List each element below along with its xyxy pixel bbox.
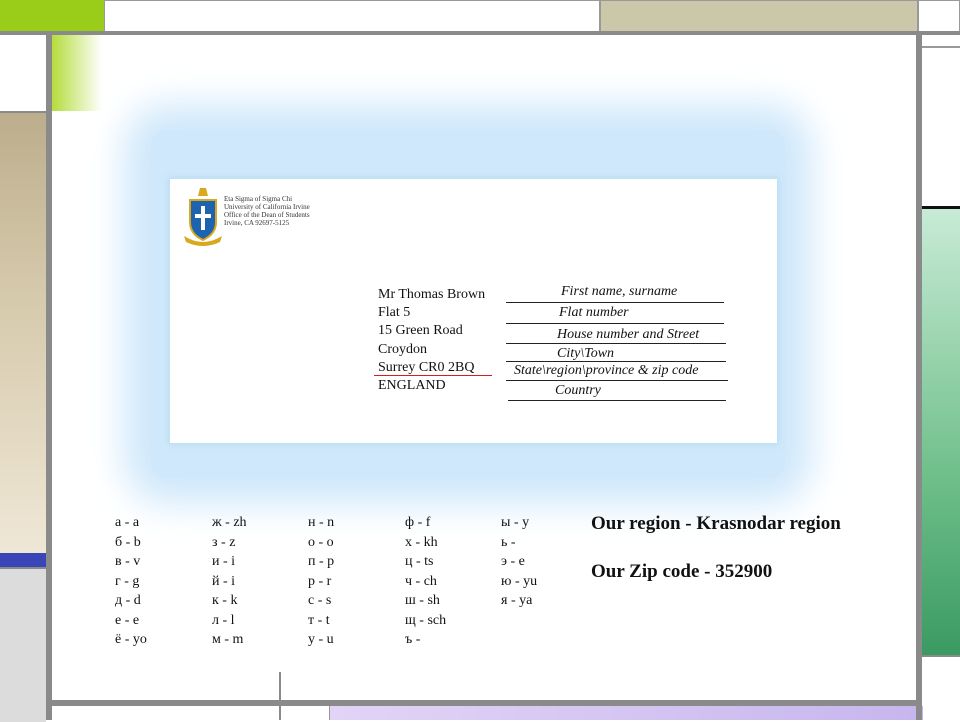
recipient-city: Croydon bbox=[378, 342, 427, 357]
field-line bbox=[506, 343, 726, 344]
field-label-name: First name, surname bbox=[561, 284, 678, 299]
alphabet-entry: ё - yo bbox=[115, 632, 147, 647]
frame-top-line bbox=[0, 31, 960, 35]
top-khaki-tab bbox=[600, 0, 918, 33]
bottom-divider bbox=[279, 672, 281, 720]
field-line bbox=[506, 323, 724, 324]
sender-line: Irvine, CA 92697-5125 bbox=[224, 219, 290, 227]
alphabet-column: ф - f х - kh ц - ts ч - ch ш - sh щ - sc… bbox=[405, 513, 446, 650]
top-right-tab bbox=[918, 0, 960, 33]
right-bottom-panel bbox=[922, 655, 960, 722]
alphabet-entry: в - v bbox=[115, 554, 141, 569]
inner-green-accent bbox=[52, 35, 102, 111]
frame-right-line bbox=[916, 31, 922, 720]
alphabet-entry: м - m bbox=[212, 632, 244, 647]
zip-code-text: Our Zip code - 352900 bbox=[591, 561, 773, 582]
bottom-white-panel bbox=[52, 706, 329, 720]
field-label-region: State\region\province & zip code bbox=[514, 363, 699, 378]
region-text: Our region - Krasnodar region bbox=[591, 513, 841, 534]
top-white-tab bbox=[104, 0, 600, 33]
alphabet-entry: ш - sh bbox=[405, 593, 440, 608]
top-green-tab bbox=[0, 0, 104, 33]
alphabet-column: ж - zh з - z и - i й - i к - k л - l м -… bbox=[212, 513, 247, 650]
alphabet-entry: й - i bbox=[212, 573, 236, 589]
alphabet-entry: к - k bbox=[212, 593, 238, 608]
field-line bbox=[506, 380, 728, 381]
field-label-street: House number and Street bbox=[557, 327, 700, 342]
sender-line: University of California Irvine bbox=[224, 203, 310, 211]
alphabet-column: н - n о - o п - p р - r с - s т - t у - … bbox=[308, 513, 334, 650]
alphabet-entry: а - а bbox=[115, 515, 140, 530]
field-line bbox=[508, 400, 726, 401]
field-label-city: City\Town bbox=[557, 346, 615, 361]
alphabet-entry: э - e bbox=[501, 554, 525, 569]
field-label-flat: Flat number bbox=[559, 305, 629, 320]
frame-left-line bbox=[46, 31, 52, 720]
recipient-street: 15 Green Road bbox=[378, 323, 463, 338]
alphabet-entry: ь - bbox=[501, 534, 516, 550]
alphabet-entry: ж - zh bbox=[212, 515, 247, 530]
alphabet-entry: ф - f bbox=[405, 515, 431, 530]
recipient-name: Mr Thomas Brown bbox=[378, 287, 486, 302]
right-divider bbox=[922, 46, 960, 48]
alphabet-column: ы - y ь - э - e ю - yu я - ya bbox=[501, 513, 537, 611]
sender-line: Office of the Dean of Students bbox=[224, 211, 310, 219]
right-green-panel bbox=[922, 209, 960, 655]
alphabet-entry: з - z bbox=[212, 534, 236, 550]
sender-address: Eta Sigma of Sigma Chi University of Cal… bbox=[224, 195, 310, 227]
spellcheck-underline bbox=[374, 375, 492, 376]
alphabet-entry: д - d bbox=[115, 593, 141, 608]
recipient-flat: Flat 5 bbox=[378, 305, 411, 320]
crest-icon bbox=[184, 188, 222, 246]
alphabet-entry: у - u bbox=[308, 632, 334, 647]
sender-line: Eta Sigma of Sigma Chi bbox=[224, 195, 293, 203]
field-line bbox=[506, 361, 726, 362]
alphabet-entry: ы - y bbox=[501, 515, 530, 530]
alphabet-entry: ю - yu bbox=[501, 573, 538, 589]
left-blue-strip bbox=[0, 553, 46, 567]
alphabet-entry: ч - ch bbox=[405, 573, 437, 589]
field-label-country: Country bbox=[555, 383, 601, 398]
alphabet-entry: ъ - bbox=[405, 632, 421, 647]
recipient-country: ENGLAND bbox=[378, 378, 446, 393]
field-line bbox=[506, 302, 724, 303]
alphabet-entry: и - i bbox=[212, 554, 236, 569]
bottom-lavender-panel bbox=[329, 706, 923, 720]
left-tan-panel bbox=[0, 113, 46, 553]
alphabet-entry: г - g bbox=[115, 573, 140, 589]
alphabet-entry: л - l bbox=[212, 612, 235, 628]
alphabet-entry: р - r bbox=[308, 573, 332, 589]
alphabet-entry: х - kh bbox=[405, 534, 438, 550]
alphabet-entry: н - n bbox=[308, 515, 335, 530]
alphabet-entry: е - e bbox=[115, 612, 140, 628]
alphabet-column: а - а б - b в - v г - g д - d е - e ё - … bbox=[115, 513, 147, 650]
left-top-panel bbox=[0, 35, 46, 113]
alphabet-entry: я - ya bbox=[501, 593, 533, 608]
left-grey-panel bbox=[0, 567, 46, 722]
alphabet-entry: ц - ts bbox=[405, 554, 434, 569]
alphabet-entry: т - t bbox=[308, 612, 330, 628]
alphabet-entry: щ - sch bbox=[405, 612, 447, 628]
frame-bottom-line bbox=[46, 700, 922, 706]
alphabet-entry: с - s bbox=[308, 593, 332, 608]
alphabet-entry: п - p bbox=[308, 554, 335, 569]
alphabet-entry: о - o bbox=[308, 534, 334, 550]
alphabet-entry: б - b bbox=[115, 534, 141, 550]
